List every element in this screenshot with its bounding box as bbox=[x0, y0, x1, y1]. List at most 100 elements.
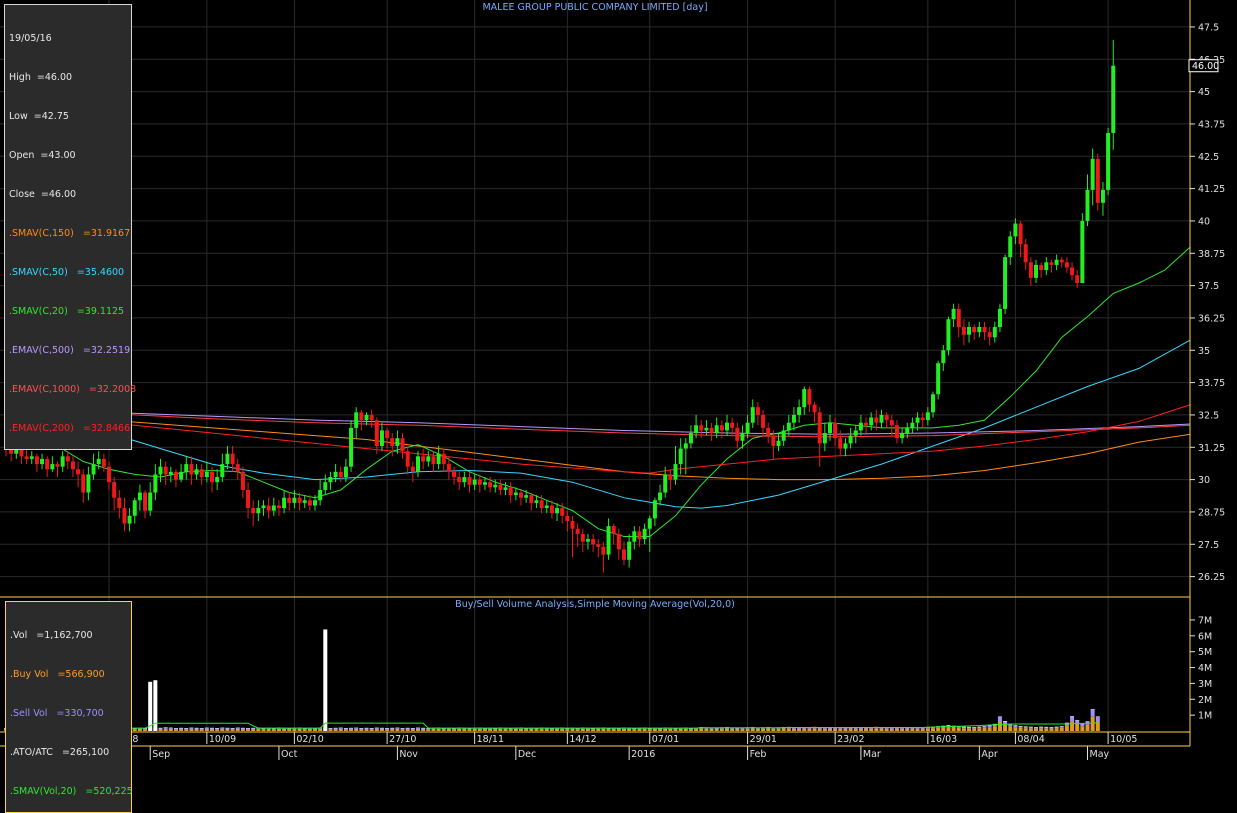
date-tick-label: 10/05 bbox=[1110, 734, 1137, 745]
volume-bar-buy bbox=[266, 728, 271, 731]
candle-body bbox=[838, 438, 843, 449]
volume-bar-buy bbox=[240, 728, 245, 731]
volume-bar-buy bbox=[210, 728, 214, 731]
candle-body bbox=[524, 495, 529, 498]
date-tick-label: 08/04 bbox=[1017, 734, 1044, 745]
volume-bar-buy bbox=[220, 728, 225, 731]
price-tick-label: 45 bbox=[1198, 87, 1210, 98]
volume-bar-buy bbox=[385, 729, 390, 731]
volume-bar-buy bbox=[920, 728, 925, 731]
volume-bar-buy bbox=[925, 728, 930, 731]
candle-body bbox=[235, 464, 240, 472]
candle-body bbox=[961, 326, 966, 335]
volume-bar-ato bbox=[1090, 709, 1095, 710]
candle-body bbox=[761, 414, 766, 428]
volume-bar-buy bbox=[781, 728, 786, 731]
volume-bar-buy bbox=[436, 728, 441, 731]
candle-body bbox=[385, 430, 390, 439]
candle-body bbox=[379, 430, 384, 446]
candle-body bbox=[848, 435, 853, 444]
volume-bar-ato bbox=[1075, 720, 1080, 721]
candle-body bbox=[266, 505, 271, 511]
price-tick-label: 32.5 bbox=[1198, 410, 1219, 421]
volume-bar-buy bbox=[246, 729, 251, 731]
candle-body bbox=[395, 438, 400, 446]
volume-bar-ato bbox=[235, 727, 240, 729]
volume-bar-buy bbox=[539, 728, 544, 731]
volume-bar-buy bbox=[482, 729, 487, 731]
volume-bar-ato bbox=[194, 727, 199, 729]
candle-body bbox=[24, 456, 29, 459]
candle-body bbox=[931, 394, 935, 413]
volume-tick-label: 5M bbox=[1198, 647, 1212, 658]
volume-bar-ato bbox=[946, 725, 951, 726]
vol-info-buy: .Buy Vol =566,900 bbox=[10, 669, 105, 680]
volume-bar-ato bbox=[410, 728, 415, 729]
candle-body bbox=[40, 458, 45, 465]
volume-bar-ato bbox=[225, 727, 230, 729]
candle-body bbox=[668, 474, 673, 480]
volume-bar-buy bbox=[585, 728, 590, 731]
candle-body bbox=[307, 500, 312, 506]
candle-body bbox=[719, 425, 724, 431]
volume-bar-ato bbox=[1095, 716, 1100, 717]
volume-bar-buy bbox=[580, 728, 585, 731]
volume-bar-buy bbox=[189, 728, 194, 731]
volume-bar-buy bbox=[596, 728, 601, 731]
candle-body bbox=[663, 474, 668, 493]
candle-body bbox=[246, 489, 251, 509]
candle-body bbox=[884, 414, 889, 421]
price-tick-label: 42.5 bbox=[1198, 152, 1219, 163]
volume-bar-buy bbox=[235, 728, 240, 731]
volume-bar-buy bbox=[457, 728, 462, 731]
candle-body bbox=[812, 404, 817, 413]
volume-bar-buy bbox=[276, 728, 281, 731]
volume-bar-buy bbox=[313, 729, 317, 731]
price-tick-label: 38.75 bbox=[1198, 249, 1225, 260]
candle-body bbox=[60, 456, 65, 467]
candle-body bbox=[585, 539, 590, 542]
candle-body bbox=[1008, 236, 1013, 258]
volume-bar-buy bbox=[261, 729, 266, 731]
candle-body bbox=[874, 417, 879, 423]
volume-bar-buy bbox=[426, 729, 431, 731]
candle-body bbox=[457, 477, 462, 483]
volume-bar-buy bbox=[889, 728, 894, 731]
candle-body bbox=[694, 425, 699, 434]
candle-body bbox=[833, 422, 838, 439]
volume-bar-ato bbox=[364, 727, 369, 729]
candle-body bbox=[251, 508, 256, 514]
volume-bar-buy bbox=[534, 729, 539, 731]
volume-bar-sell bbox=[1070, 716, 1075, 722]
volume-bar-buy bbox=[730, 728, 735, 731]
candle-body bbox=[101, 458, 106, 467]
price-tick-label: 31.25 bbox=[1198, 443, 1225, 454]
info-open: Open =43.00 bbox=[9, 150, 76, 161]
volume-bar-buy bbox=[622, 728, 626, 731]
price-tick-label: 27.5 bbox=[1198, 540, 1219, 551]
candle-body bbox=[941, 350, 946, 364]
volume-bar-buy bbox=[364, 728, 369, 731]
volume-bar-ato bbox=[1013, 725, 1018, 726]
candle-body bbox=[544, 505, 549, 509]
candle-body bbox=[946, 319, 951, 351]
candle-body bbox=[513, 492, 518, 496]
info-ema500: .EMAV(C,500) =32.2519 bbox=[9, 345, 131, 356]
volume-bar-buy bbox=[508, 729, 513, 731]
candle-body bbox=[122, 508, 127, 524]
candle-body bbox=[184, 464, 189, 472]
vol-info-sell: .Sell Vol =330,700 bbox=[10, 708, 104, 719]
volume-bar-buy bbox=[477, 728, 482, 731]
volume-bar-buy bbox=[663, 728, 668, 731]
candle-body bbox=[781, 430, 786, 441]
info-low: Low =42.75 bbox=[9, 111, 69, 122]
date-tick-label: 16/03 bbox=[930, 734, 957, 745]
candle-body bbox=[230, 453, 235, 465]
candle-body bbox=[493, 484, 498, 488]
candle-body bbox=[817, 412, 822, 444]
volume-bar-buy bbox=[725, 728, 729, 731]
volume-bar-buy bbox=[488, 728, 493, 731]
volume-spike-bar bbox=[323, 629, 328, 731]
candle-body bbox=[580, 533, 585, 542]
volume-bar-buy bbox=[1095, 722, 1100, 731]
